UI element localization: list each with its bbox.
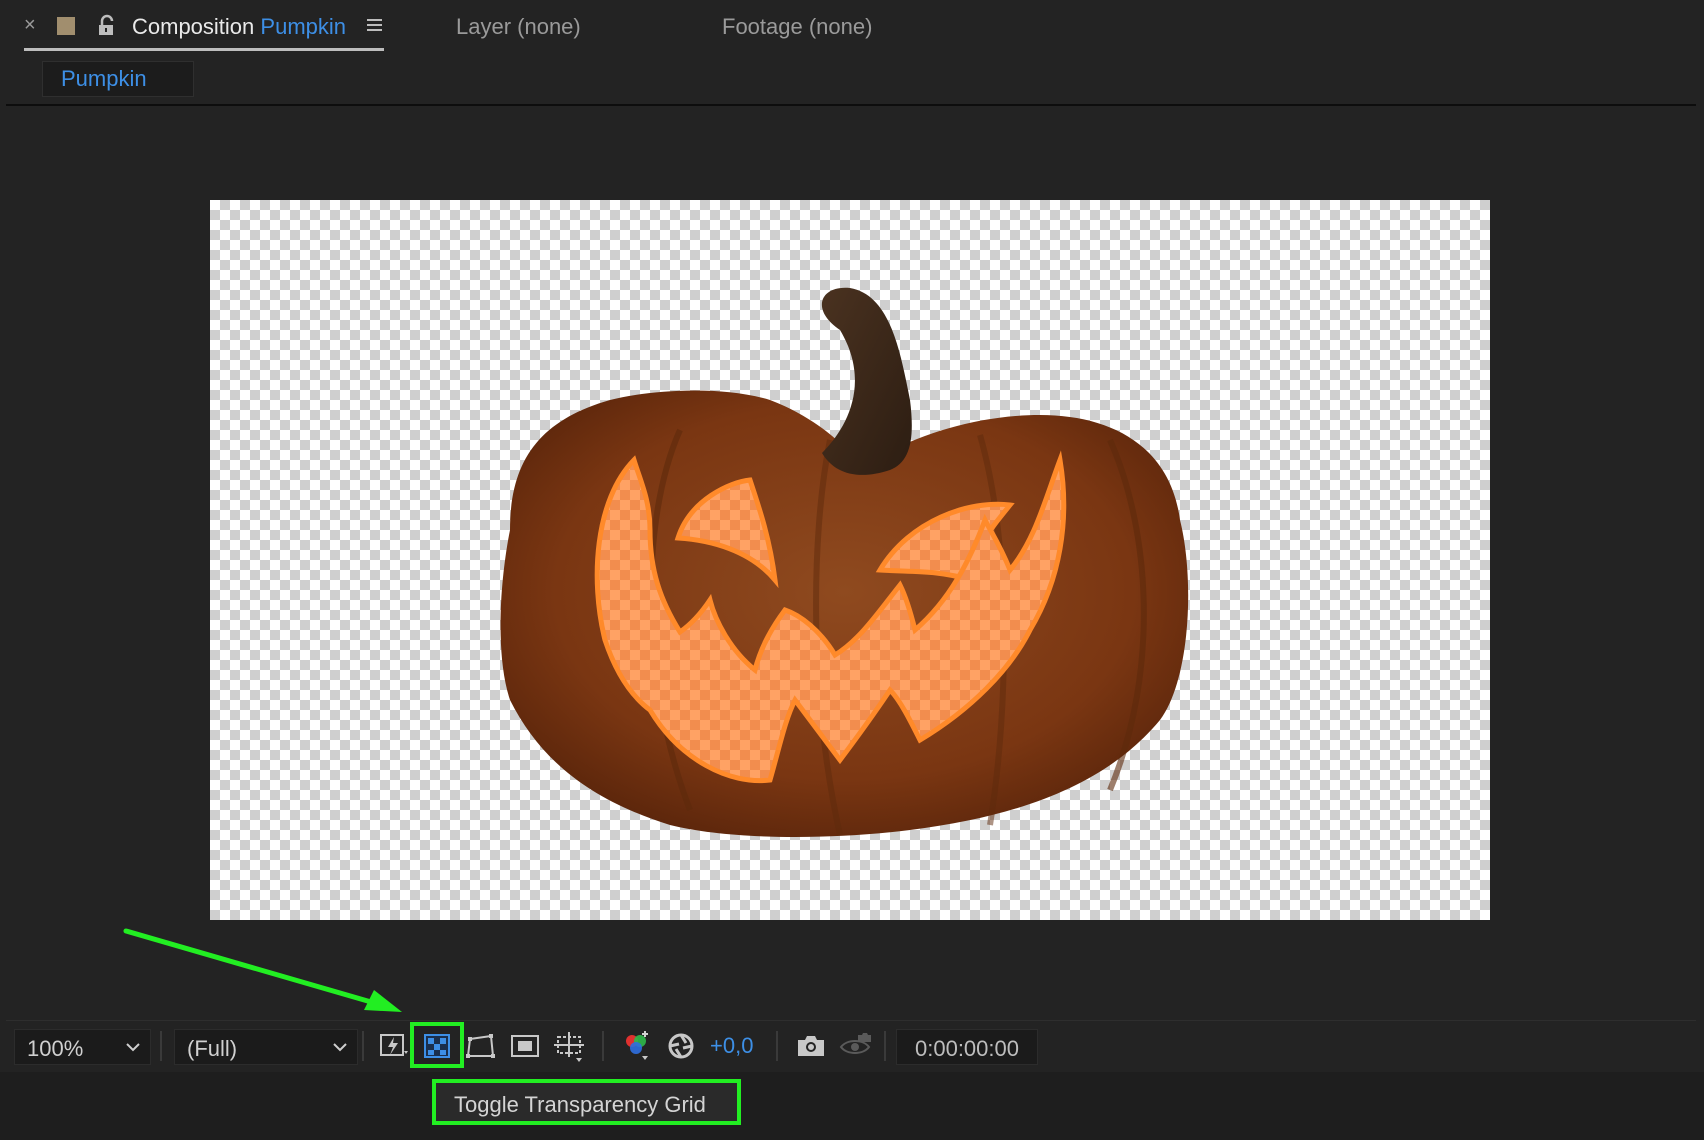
show-snapshot-icon	[839, 1033, 871, 1054]
mask-path-visibility-button[interactable]	[464, 1029, 498, 1063]
composition-tab[interactable]: Composition Pumpkin	[132, 14, 346, 40]
mask-path-visibility-icon	[466, 1034, 495, 1058]
transparency-grid-highlight	[410, 1022, 464, 1068]
resolution-dropdown[interactable]: (Full)	[174, 1029, 358, 1065]
fast-previews-button[interactable]	[378, 1029, 412, 1063]
label-color-swatch[interactable]	[57, 17, 75, 35]
viewer-toolbar: 100% (Full) +0,0 0:00:00:00	[6, 1020, 1696, 1071]
tooltip-text: Toggle Transparency Grid	[454, 1092, 706, 1117]
chevron-down-icon	[126, 1043, 140, 1052]
chevron-down-icon	[333, 1043, 347, 1052]
panel-tab-bar: × Composition Pumpkin Layer (none) Foota…	[0, 0, 1704, 58]
reset-exposure-button[interactable]	[664, 1029, 698, 1063]
toolbar-separator	[362, 1031, 364, 1061]
resolution-value: (Full)	[187, 1036, 238, 1061]
exposure-value[interactable]: +0,0	[710, 1033, 753, 1059]
show-channel-button[interactable]	[620, 1029, 654, 1063]
tab-layer[interactable]: Layer (none)	[456, 14, 581, 40]
tooltip: Toggle Transparency Grid	[432, 1079, 741, 1125]
region-of-interest-button[interactable]	[508, 1029, 542, 1063]
show-snapshot-button[interactable]	[838, 1029, 872, 1063]
show-channel-icon	[626, 1031, 648, 1060]
take-snapshot-button[interactable]	[794, 1029, 828, 1063]
composition-breadcrumb-tab[interactable]: Pumpkin	[42, 61, 194, 97]
tab-footage[interactable]: Footage (none)	[722, 14, 872, 40]
exposure-reset-icon	[668, 1033, 694, 1059]
toolbar-separator	[776, 1031, 778, 1061]
current-time-display[interactable]: 0:00:00:00	[896, 1029, 1038, 1065]
status-strip	[0, 1072, 1704, 1140]
panel-menu-icon[interactable]	[366, 17, 384, 33]
composition-viewer[interactable]	[210, 200, 1490, 920]
grid-and-guides-options-button[interactable]	[552, 1029, 586, 1063]
toolbar-separator	[884, 1031, 886, 1061]
jack-o-lantern-image	[500, 287, 1189, 837]
toolbar-separator	[160, 1031, 162, 1061]
lock-icon[interactable]	[96, 14, 118, 38]
composition-tab-name: Pumpkin	[260, 14, 346, 39]
active-tab-indicator	[24, 48, 384, 51]
panel-divider	[6, 104, 1696, 106]
toolbar-separator	[602, 1031, 604, 1061]
magnification-dropdown[interactable]: 100%	[14, 1029, 151, 1065]
region-of-interest-icon	[511, 1035, 539, 1057]
fast-preview-icon	[380, 1034, 408, 1056]
guides-options-icon	[554, 1032, 584, 1062]
snapshot-icon	[798, 1036, 824, 1056]
composition-tab-label: Composition	[132, 14, 255, 39]
breadcrumb-label: Pumpkin	[61, 66, 147, 91]
close-icon[interactable]: ×	[24, 14, 36, 37]
timecode-value: 0:00:00:00	[915, 1036, 1019, 1061]
magnification-value: 100%	[27, 1036, 84, 1061]
